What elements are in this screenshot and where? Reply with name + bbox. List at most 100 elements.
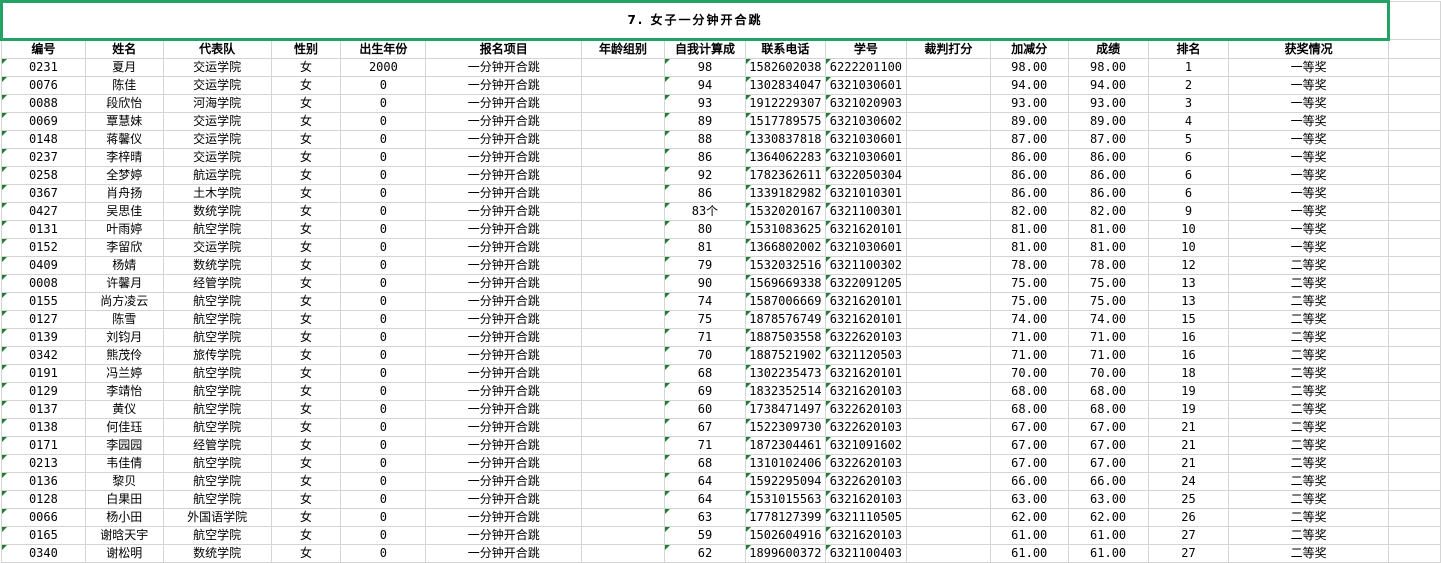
cell-birth-year[interactable]: 0 <box>340 364 427 383</box>
cell-phone[interactable]: 1738471497 <box>744 400 826 419</box>
cell-adjustment[interactable]: 61.00 <box>989 544 1069 563</box>
cell-team[interactable]: 航运学院 <box>162 166 272 185</box>
cell-rank[interactable]: 16 <box>1147 346 1230 365</box>
cell-student-id[interactable]: 6322620103 <box>824 472 907 491</box>
cell-student-id[interactable]: 6322620103 <box>824 328 907 347</box>
cell-adjustment[interactable]: 71.00 <box>989 328 1069 347</box>
cell-age-group[interactable] <box>581 166 665 185</box>
cell-birth-year[interactable]: 0 <box>340 148 427 167</box>
cell-self-count[interactable]: 86 <box>663 184 746 203</box>
cell-team[interactable]: 交运学院 <box>162 130 272 149</box>
cell-judge-score[interactable] <box>905 274 991 293</box>
cell-self-count[interactable]: 63 <box>663 508 746 527</box>
cell-award[interactable]: 二等奖 <box>1228 436 1390 455</box>
cell-birth-year[interactable]: 0 <box>340 76 427 95</box>
cell-gender[interactable]: 女 <box>270 256 342 275</box>
cell-age-group[interactable] <box>581 112 665 131</box>
cell-gender[interactable]: 女 <box>270 94 342 113</box>
cell-name[interactable]: 黎贝 <box>84 472 164 491</box>
cell-self-count[interactable]: 59 <box>663 526 746 545</box>
cell-adjustment[interactable]: 93.00 <box>989 94 1069 113</box>
cell-age-group[interactable] <box>581 346 665 365</box>
cell-event[interactable]: 一分钟开合跳 <box>425 454 583 473</box>
cell-student-id[interactable]: 6321620101 <box>824 220 907 239</box>
cell-gender[interactable]: 女 <box>270 184 342 203</box>
cell-rank[interactable]: 12 <box>1147 256 1230 275</box>
cell-team[interactable]: 航空学院 <box>162 292 272 311</box>
cell-birth-year[interactable]: 0 <box>340 184 427 203</box>
cell-phone[interactable]: 1782362611 <box>744 166 826 185</box>
cell-event[interactable]: 一分钟开合跳 <box>425 166 583 185</box>
cell-phone[interactable]: 1366802002 <box>744 238 826 257</box>
cell-award[interactable]: 二等奖 <box>1228 346 1390 365</box>
empty-cell[interactable] <box>1388 220 1441 239</box>
empty-cell[interactable] <box>1388 418 1441 437</box>
cell-judge-score[interactable] <box>905 418 991 437</box>
cell-award[interactable]: 二等奖 <box>1228 274 1390 293</box>
cell-name[interactable]: 谢松明 <box>84 544 164 563</box>
cell-judge-score[interactable] <box>905 400 991 419</box>
cell-award[interactable]: 二等奖 <box>1228 454 1390 473</box>
cell-score[interactable]: 89.00 <box>1067 112 1149 131</box>
cell-name[interactable]: 冯兰婷 <box>84 364 164 383</box>
cell-age-group[interactable] <box>581 184 665 203</box>
cell-score[interactable]: 61.00 <box>1067 544 1149 563</box>
cell-adjustment[interactable]: 87.00 <box>989 130 1069 149</box>
cell-phone[interactable]: 1364062283 <box>744 148 826 167</box>
cell-birth-year[interactable]: 0 <box>340 400 427 419</box>
cell-phone[interactable]: 1330837818 <box>744 130 826 149</box>
cell-award[interactable]: 二等奖 <box>1228 526 1390 545</box>
cell-name[interactable]: 刘钧月 <box>84 328 164 347</box>
cell-rank[interactable]: 18 <box>1147 364 1230 383</box>
cell-event[interactable]: 一分钟开合跳 <box>425 184 583 203</box>
cell-team[interactable]: 航空学院 <box>162 490 272 509</box>
cell-student-id[interactable]: 6321030601 <box>824 76 907 95</box>
cell-award[interactable]: 一等奖 <box>1228 58 1390 77</box>
cell-birth-year[interactable]: 0 <box>340 472 427 491</box>
header-gender[interactable]: 性别 <box>270 39 342 59</box>
cell-self-count[interactable]: 80 <box>663 220 746 239</box>
cell-id[interactable]: 0340 <box>1 544 86 563</box>
cell-team[interactable]: 交运学院 <box>162 238 272 257</box>
cell-event[interactable]: 一分钟开合跳 <box>425 382 583 401</box>
cell-gender[interactable]: 女 <box>270 364 342 383</box>
cell-self-count[interactable]: 94 <box>663 76 746 95</box>
cell-rank[interactable]: 21 <box>1147 436 1230 455</box>
cell-student-id[interactable]: 6322091205 <box>824 274 907 293</box>
cell-event[interactable]: 一分钟开合跳 <box>425 346 583 365</box>
cell-age-group[interactable] <box>581 94 665 113</box>
cell-score[interactable]: 86.00 <box>1067 166 1149 185</box>
cell-judge-score[interactable] <box>905 526 991 545</box>
cell-judge-score[interactable] <box>905 76 991 95</box>
cell-self-count[interactable]: 81 <box>663 238 746 257</box>
cell-name[interactable]: 叶雨婷 <box>84 220 164 239</box>
cell-age-group[interactable] <box>581 490 665 509</box>
cell-rank[interactable]: 19 <box>1147 382 1230 401</box>
cell-rank[interactable]: 6 <box>1147 166 1230 185</box>
cell-gender[interactable]: 女 <box>270 544 342 563</box>
empty-cell[interactable] <box>1388 310 1441 329</box>
cell-student-id[interactable]: 6321030602 <box>824 112 907 131</box>
cell-id[interactable]: 0008 <box>1 274 86 293</box>
cell-id[interactable]: 0088 <box>1 94 86 113</box>
cell-score[interactable]: 81.00 <box>1067 238 1149 257</box>
cell-rank[interactable]: 19 <box>1147 400 1230 419</box>
cell-score[interactable]: 86.00 <box>1067 148 1149 167</box>
cell-id[interactable]: 0138 <box>1 418 86 437</box>
cell-award[interactable]: 二等奖 <box>1228 382 1390 401</box>
cell-self-count[interactable]: 69 <box>663 382 746 401</box>
cell-judge-score[interactable] <box>905 490 991 509</box>
cell-birth-year[interactable]: 0 <box>340 328 427 347</box>
cell-age-group[interactable] <box>581 130 665 149</box>
cell-id[interactable]: 0427 <box>1 202 86 221</box>
cell-score[interactable]: 61.00 <box>1067 526 1149 545</box>
cell-score[interactable]: 66.00 <box>1067 472 1149 491</box>
cell-student-id[interactable]: 6322620103 <box>824 400 907 419</box>
header-id[interactable]: 编号 <box>1 39 86 59</box>
cell-judge-score[interactable] <box>905 544 991 563</box>
cell-team[interactable]: 外国语学院 <box>162 508 272 527</box>
cell-rank[interactable]: 5 <box>1147 130 1230 149</box>
cell-rank[interactable]: 6 <box>1147 148 1230 167</box>
cell-judge-score[interactable] <box>905 508 991 527</box>
cell-rank[interactable]: 26 <box>1147 508 1230 527</box>
